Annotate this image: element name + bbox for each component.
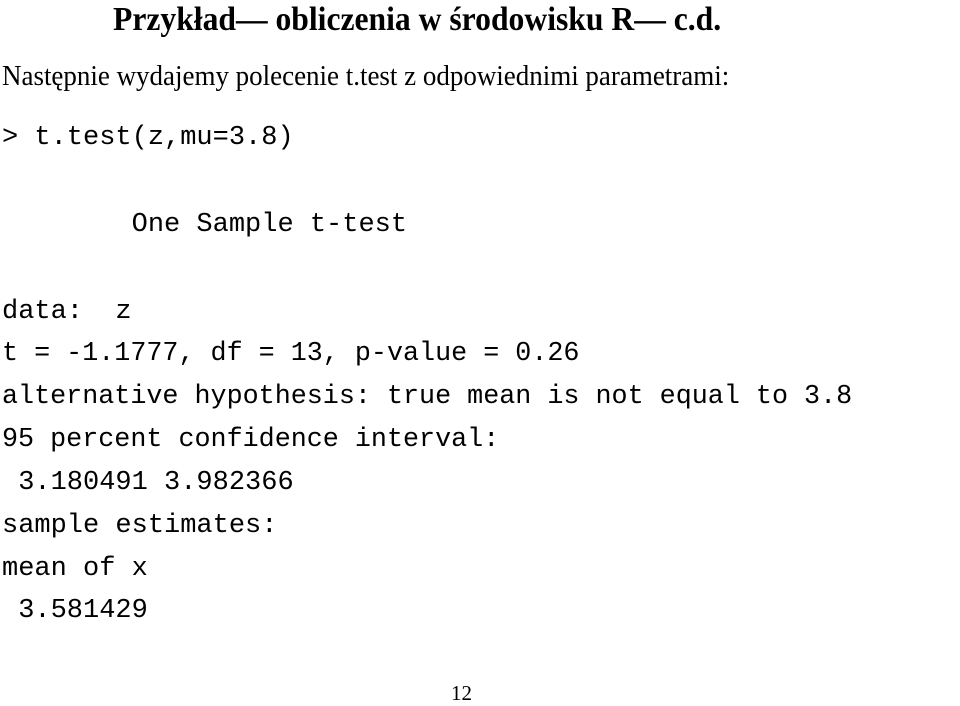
- page-number: 12: [451, 681, 472, 705]
- intro-text: Następnie wydajemy polecenie t.test z od…: [2, 60, 730, 92]
- r-command: > t.test(z,mu=3.8): [2, 123, 294, 153]
- slide-title: Przykład— obliczenia w środowisku R— c.d…: [113, 1, 722, 38]
- estimate-name: mean of x: [2, 554, 148, 584]
- sample-estimates-label: sample estimates:: [2, 511, 278, 541]
- stats-line: t = -1.1777, df = 13, p-value = 0.26: [2, 339, 580, 369]
- confidence-interval-values: 3.180491 3.982366: [2, 468, 294, 498]
- estimate-value: 3.581429: [2, 596, 148, 626]
- alternative-hypothesis-line: alternative hypothesis: true mean is not…: [2, 382, 853, 412]
- confidence-interval-label: 95 percent confidence interval:: [2, 425, 500, 455]
- test-name: One Sample t-test: [2, 210, 408, 240]
- data-line: data: z: [2, 297, 132, 327]
